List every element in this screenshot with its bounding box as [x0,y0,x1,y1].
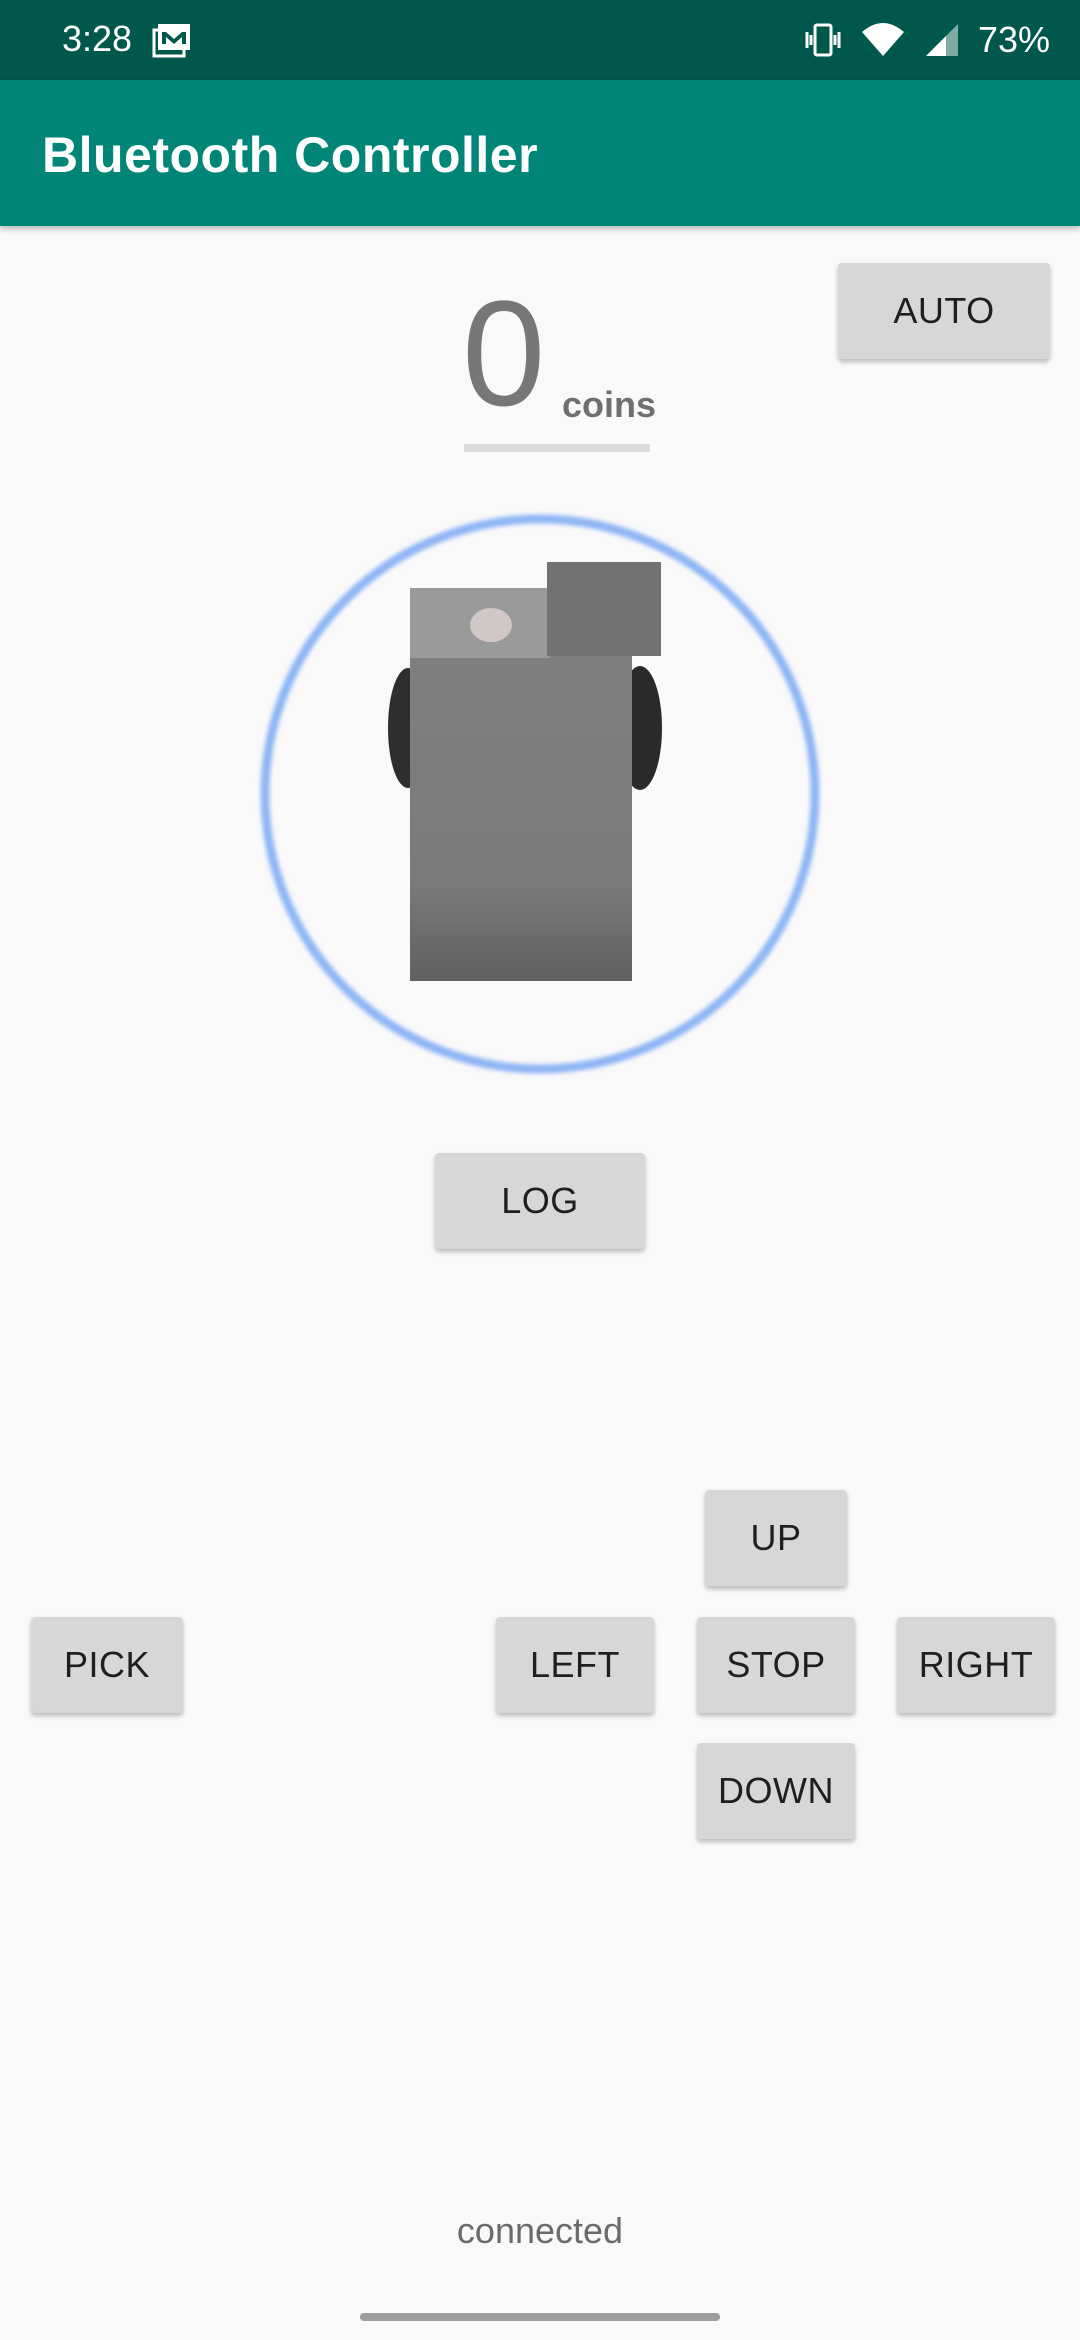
connection-status: connected [456,2210,624,2251]
coins-underline [464,444,650,452]
down-button[interactable]: DOWN [697,1743,855,1839]
app-title: Bluetooth Controller [42,127,539,183]
coins-label: coins [562,384,657,425]
home-gesture-bar[interactable] [360,2313,720,2321]
log-button[interactable]: LOG [435,1153,645,1249]
battery-level: 73% [977,19,1050,60]
status-time: 3:28 [62,18,133,59]
auto-button[interactable]: AUTO [838,263,1050,359]
robot-eye [470,608,512,642]
up-button[interactable]: UP [705,1490,847,1586]
right-button[interactable]: RIGHT [897,1617,1055,1713]
status-bar: 3:28 73% [0,0,1080,80]
left-button[interactable]: LEFT [496,1617,654,1713]
robot-graphic [260,514,820,1074]
coins-count: 0 [462,269,546,437]
robot-body [410,656,632,981]
signal-icon [925,24,958,56]
wifi-icon [861,23,904,56]
pick-button[interactable]: PICK [31,1617,183,1713]
robot-arm-block [547,562,661,656]
stop-button[interactable]: STOP [697,1617,855,1713]
status-icons: 73% [804,18,1050,62]
app-bar: Bluetooth Controller [0,80,1080,226]
vibrate-icon [805,23,841,57]
mail-icon [152,24,190,58]
